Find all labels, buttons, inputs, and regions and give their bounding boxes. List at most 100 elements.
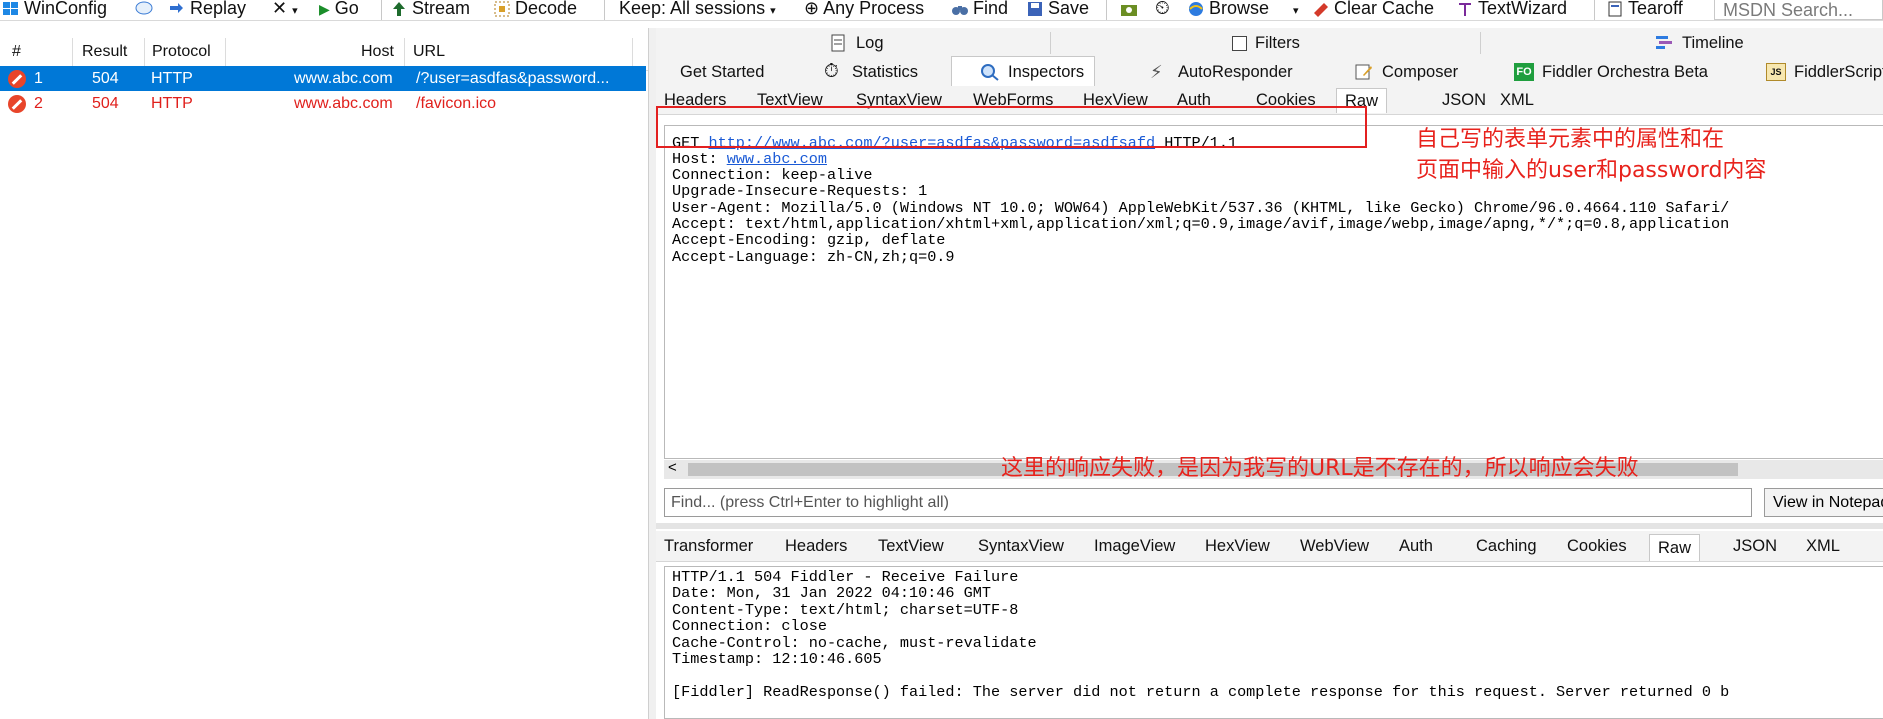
resp-tab-raw[interactable]: Raw [1649, 534, 1701, 561]
tab-get-started[interactable]: Get Started [680, 58, 764, 86]
request-header-line: Accept-Encoding: gzip, deflate [672, 231, 946, 249]
column-number[interactable]: # [12, 34, 21, 70]
tab-fiddler-orchestra[interactable]: FO Fiddler Orchestra Beta [1514, 58, 1708, 86]
chevron-down-icon: ▾ [1293, 5, 1299, 17]
toolbar-separator [1106, 0, 1107, 20]
column-divider[interactable] [632, 38, 633, 66]
session-url: /?user=asdfas&password... [416, 70, 610, 87]
resp-tab-webview[interactable]: WebView [1300, 531, 1369, 561]
windows-icon [3, 2, 18, 16]
resp-tab-imageview[interactable]: ImageView [1094, 531, 1175, 561]
tab-fiddlerscript[interactable]: JS FiddlerScript [1766, 58, 1883, 86]
response-raw-text[interactable]: HTTP/1.1 504 Fiddler - Receive Failure D… [664, 566, 1883, 719]
annotation-highlight-box [656, 106, 1367, 148]
tab-autoresponder[interactable]: ⚡ AutoResponder [1150, 58, 1293, 86]
blocked-icon [8, 70, 26, 88]
msdn-search-input[interactable]: MSDN Search... [1714, 0, 1883, 20]
inspectors-icon [981, 64, 999, 81]
response-line: Cache-Control: no-cache, must-revalidate [672, 634, 1037, 652]
replay-icon [170, 3, 183, 14]
stream-icon [393, 2, 405, 17]
go-button[interactable]: ▶ Go [319, 0, 359, 19]
column-url[interactable]: URL [413, 34, 445, 70]
response-line: Content-Type: text/html; charset=UTF-8 [672, 601, 1019, 619]
textwizard-icon [1459, 3, 1471, 17]
tab-log[interactable]: Log [828, 28, 884, 58]
screenshot-button[interactable] [1120, 0, 1142, 19]
any-process-button[interactable]: ⊕ Any Process [804, 0, 924, 19]
browse-dropdown[interactable]: ▾ [1293, 0, 1299, 19]
tearoff-button[interactable]: Tearoff [1606, 0, 1683, 19]
view-in-notepad-button[interactable]: View in Notepad [1764, 488, 1883, 517]
resp-tab-headers[interactable]: Headers [785, 531, 847, 561]
resp-tab-caching[interactable]: Caching [1476, 531, 1537, 561]
horizontal-splitter[interactable] [656, 523, 1883, 529]
request-header-line: Upgrade-Insecure-Requests: 1 [672, 182, 928, 200]
decode-button[interactable]: Decode [493, 0, 577, 19]
req-tab-xml[interactable]: XML [1500, 86, 1534, 114]
textwizard-button[interactable]: TextWizard [1456, 0, 1567, 19]
tab-composer[interactable]: Composer [1354, 58, 1458, 86]
session-row[interactable]: 2 504 HTTP www.abc.com /favicon.ico [0, 91, 646, 116]
tearoff-icon [1608, 1, 1622, 17]
timer-icon: ⏲ [1155, 0, 1170, 19]
resp-tab-transformer[interactable]: Transformer [664, 531, 753, 561]
resp-tab-cookies[interactable]: Cookies [1567, 531, 1627, 561]
session-url: /favicon.ico [416, 95, 497, 112]
response-line: Connection: close [672, 617, 827, 635]
tab-divider [1480, 32, 1481, 54]
column-divider[interactable] [144, 38, 145, 66]
column-divider[interactable] [225, 38, 226, 66]
toolbar-separator [604, 0, 605, 20]
resp-tab-xml[interactable]: XML [1806, 531, 1840, 561]
find-input[interactable]: Find... (press Ctrl+Enter to highlight a… [664, 488, 1752, 517]
top-tab-row-2: Get Started ⏱ Statistics Inspectors ⚡ Auto… [656, 56, 1883, 87]
request-header-line: Connection: keep-alive [672, 166, 873, 184]
clear-cache-icon [1314, 3, 1328, 18]
response-inspector-tabs: Transformer Headers TextView SyntaxView … [656, 531, 1883, 562]
session-protocol: HTTP [151, 70, 193, 87]
remove-dropdown[interactable]: ✕ ▾ [272, 0, 298, 19]
sessions-list: # Result Protocol Host URL 1 504 HTTP ww… [0, 28, 648, 719]
replay-button[interactable]: Replay [168, 0, 246, 19]
composer-icon [1355, 64, 1372, 80]
column-host[interactable]: Host [361, 34, 394, 70]
comment-button[interactable] [135, 0, 157, 19]
top-tab-row-1: Log Filters Timeline [656, 28, 1883, 59]
column-divider[interactable] [72, 38, 73, 66]
column-result[interactable]: Result [82, 34, 127, 70]
request-header-line: User-Agent: Mozilla/5.0 (Windows NT 10.0… [672, 199, 1730, 217]
session-result: 504 [92, 70, 119, 87]
keep-sessions-dropdown[interactable]: Keep: All sessions ▾ [619, 0, 776, 19]
find-button[interactable]: Find [951, 0, 1008, 19]
resp-tab-json[interactable]: JSON [1733, 531, 1777, 561]
annotation-text: 页面中输入的user和password内容 [1416, 158, 1767, 183]
request-header-line: Accept-Language: zh-CN,zh;q=0.9 [672, 248, 955, 266]
req-tab-json[interactable]: JSON [1442, 86, 1486, 114]
toolbar-separator [1594, 0, 1595, 20]
session-row[interactable]: 1 504 HTTP www.abc.com /?user=asdfas&pas… [0, 66, 646, 91]
tab-inspectors[interactable]: Inspectors [951, 56, 1096, 87]
tab-statistics[interactable]: ⏱ Statistics [824, 58, 918, 86]
scroll-left-icon[interactable]: < [668, 459, 677, 476]
column-divider[interactable] [404, 38, 405, 66]
annotation-text: 这里的响应失败，是因为我写的URL是不存在的，所以响应会失败 [1001, 456, 1639, 481]
tab-filters[interactable]: Filters [1232, 28, 1300, 58]
toolbar-separator [381, 0, 382, 20]
winconfig-button[interactable]: WinConfig [2, 0, 107, 19]
tab-timeline[interactable]: Timeline [1654, 28, 1744, 58]
column-protocol[interactable]: Protocol [152, 34, 211, 70]
main-toolbar: WinConfig Replay ✕ ▾ ▶ Go Stream Decode … [0, 0, 1883, 21]
timer-button[interactable]: ⏲ [1155, 0, 1170, 19]
resp-tab-hexview[interactable]: HexView [1205, 531, 1270, 561]
stream-button[interactable]: Stream [390, 0, 470, 19]
clear-cache-button[interactable]: Clear Cache [1312, 0, 1434, 19]
save-button[interactable]: Save [1026, 0, 1089, 19]
resp-tab-textview[interactable]: TextView [878, 531, 944, 561]
resp-tab-syntaxview[interactable]: SyntaxView [978, 531, 1064, 561]
binoculars-icon [952, 6, 968, 16]
browse-button[interactable]: Browse [1187, 0, 1269, 19]
fiddlerscript-icon: JS [1766, 63, 1786, 81]
pane-splitter[interactable] [648, 28, 656, 719]
resp-tab-auth[interactable]: Auth [1399, 531, 1433, 561]
